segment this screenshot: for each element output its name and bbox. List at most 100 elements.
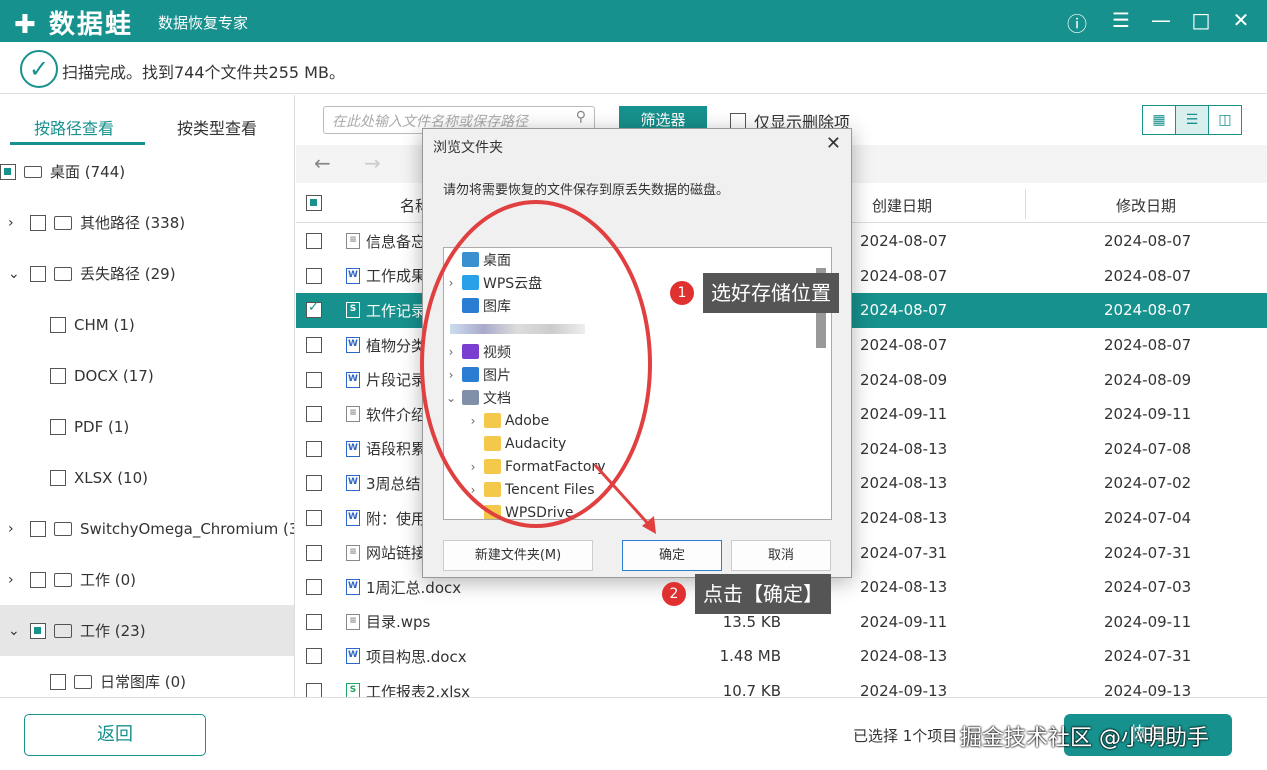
- tree-label: XLSX (10): [74, 468, 148, 487]
- only-deleted-checkbox[interactable]: [730, 113, 746, 129]
- tree-checkbox[interactable]: [50, 367, 66, 384]
- tab-by-type[interactable]: 按类型查看: [177, 115, 257, 139]
- row-checkbox[interactable]: [306, 510, 322, 527]
- tree-item[interactable]: PDF (1): [0, 401, 294, 452]
- list-view-icon[interactable]: ☰: [1176, 106, 1209, 134]
- cancel-button[interactable]: 取消: [731, 540, 831, 571]
- tree-item[interactable]: DOCX (17): [0, 350, 294, 401]
- modified-date: 2024-08-09: [1104, 370, 1192, 389]
- tree-checkbox[interactable]: [30, 571, 46, 588]
- chevron-right-icon[interactable]: ›: [8, 215, 22, 231]
- chevron-right-icon[interactable]: ›: [8, 572, 22, 588]
- check-circle-icon: ✓: [20, 50, 58, 88]
- grid-view-icon[interactable]: ▦: [1143, 106, 1176, 134]
- new-folder-button[interactable]: 新建文件夹(M): [443, 540, 593, 571]
- tree-item[interactable]: ⌄ 丢失路径 (29): [0, 248, 294, 299]
- ok-button[interactable]: 确定: [622, 540, 722, 571]
- created-date: 2024-08-07: [860, 266, 948, 285]
- drive-icon: [24, 165, 42, 178]
- search-icon[interactable]: ⚲: [576, 109, 586, 125]
- tree-checkbox[interactable]: [50, 316, 66, 333]
- row-checkbox[interactable]: [306, 406, 322, 423]
- app-logo: ✚ 数据蛙: [14, 10, 133, 40]
- tree-checkbox[interactable]: [50, 469, 66, 486]
- left-panel: 按路径查看 按类型查看 桌面 (744) › 其他路径 (338) ⌄ 丢失路径 (29…: [0, 95, 295, 697]
- step-1-badge: 1: [670, 281, 694, 305]
- file-name: 1周汇总.docx: [366, 578, 462, 597]
- select-all-checkbox[interactable]: [306, 195, 322, 211]
- row-checkbox[interactable]: [306, 371, 322, 388]
- row-checkbox[interactable]: [306, 475, 322, 492]
- tree-item[interactable]: ⌄ 工作 (23): [0, 605, 294, 656]
- row-checkbox[interactable]: [306, 648, 322, 665]
- forward-arrow-icon[interactable]: →: [364, 151, 381, 175]
- tree-item[interactable]: CHM (1): [0, 299, 294, 350]
- selection-info: 已选择 1个项目: [853, 727, 958, 745]
- tree-label: PDF (1): [74, 417, 130, 436]
- row-checkbox[interactable]: [306, 233, 322, 250]
- watermark: 掘金技术社区 @小明助手: [960, 726, 1209, 751]
- close-icon[interactable]: ✕: [826, 133, 841, 154]
- column-divider: [1025, 189, 1026, 219]
- chevron-down-icon[interactable]: ⌄: [8, 266, 22, 282]
- close-icon[interactable]: ✕: [1226, 8, 1256, 32]
- row-checkbox[interactable]: [306, 613, 322, 630]
- tree-item[interactable]: 桌面 (744): [0, 146, 294, 197]
- step-2-badge: 2: [662, 582, 686, 606]
- table-row[interactable]: W 项目构思.docx 1.48 MB 2024-08-13 2024-07-31: [296, 639, 1267, 674]
- row-checkbox[interactable]: [306, 544, 322, 561]
- tree-checkbox[interactable]: [30, 622, 46, 639]
- doc-file-icon: W: [346, 371, 360, 388]
- header-created[interactable]: 创建日期: [872, 195, 932, 216]
- row-checkbox[interactable]: [306, 579, 322, 596]
- row-checkbox[interactable]: [306, 440, 322, 457]
- tree-item[interactable]: › 其他路径 (338): [0, 197, 294, 248]
- tree-label: 丢失路径 (29): [80, 265, 176, 283]
- txt-file-icon: ≡: [346, 544, 360, 561]
- doc-file-icon: W: [346, 579, 360, 596]
- maximize-icon[interactable]: □: [1186, 8, 1216, 32]
- scan-status-text: 扫描完成。找到744个文件共255 MB。: [62, 63, 345, 82]
- menu-icon[interactable]: ☰: [1106, 8, 1136, 32]
- row-checkbox[interactable]: [306, 267, 322, 284]
- row-checkbox[interactable]: [306, 337, 322, 354]
- txt-file-icon: ≡: [346, 233, 360, 250]
- tree-item[interactable]: 日常图库 (0): [0, 656, 294, 697]
- tree-checkbox[interactable]: [30, 520, 46, 537]
- modified-date: 2024-07-02: [1104, 474, 1192, 493]
- tree-checkbox[interactable]: [30, 265, 46, 282]
- dialog-title: 浏览文件夹: [433, 140, 503, 156]
- chevron-down-icon[interactable]: ⌄: [8, 623, 22, 639]
- tree-checkbox[interactable]: [0, 163, 16, 180]
- back-button[interactable]: 返回: [24, 714, 206, 756]
- step-1-tooltip: 选好存储位置: [703, 273, 839, 313]
- created-date: 2024-09-11: [860, 612, 948, 631]
- folder-icon: [54, 623, 72, 638]
- help-icon[interactable]: ⓘ: [1062, 8, 1092, 37]
- doc-file-icon: W: [346, 337, 360, 354]
- row-checkbox[interactable]: [306, 300, 322, 319]
- folder-icon: [54, 521, 72, 536]
- file-size: 1.48 MB: [719, 647, 781, 666]
- doc-file-icon: W: [346, 440, 360, 457]
- modified-date: 2024-07-08: [1104, 439, 1192, 458]
- created-date: 2024-08-13: [860, 578, 948, 597]
- modified-date: 2024-07-31: [1104, 543, 1192, 562]
- tree-item[interactable]: › 工作 (0): [0, 554, 294, 605]
- modified-date: 2024-08-07: [1104, 301, 1192, 320]
- back-arrow-icon[interactable]: ←: [314, 151, 331, 175]
- created-date: 2024-08-13: [860, 474, 948, 493]
- detail-view-icon[interactable]: ◫: [1209, 106, 1241, 134]
- tree-item[interactable]: XLSX (10): [0, 452, 294, 503]
- header-modified[interactable]: 修改日期: [1116, 195, 1176, 216]
- tab-by-path[interactable]: 按路径查看: [34, 115, 114, 139]
- tree-checkbox[interactable]: [50, 418, 66, 435]
- tree-checkbox[interactable]: [30, 214, 46, 231]
- tree-checkbox[interactable]: [50, 673, 66, 690]
- minimize-icon[interactable]: —: [1146, 8, 1176, 32]
- modified-date: 2024-07-04: [1104, 509, 1192, 528]
- folder-icon: [74, 674, 92, 689]
- tree-item[interactable]: › SwitchyOmega_Chromium (3: [0, 503, 294, 554]
- chevron-right-icon[interactable]: ›: [8, 521, 22, 537]
- footer: 返回 已选择 1个项目 恢复 掘金技术社区 @小明助手: [0, 697, 1267, 770]
